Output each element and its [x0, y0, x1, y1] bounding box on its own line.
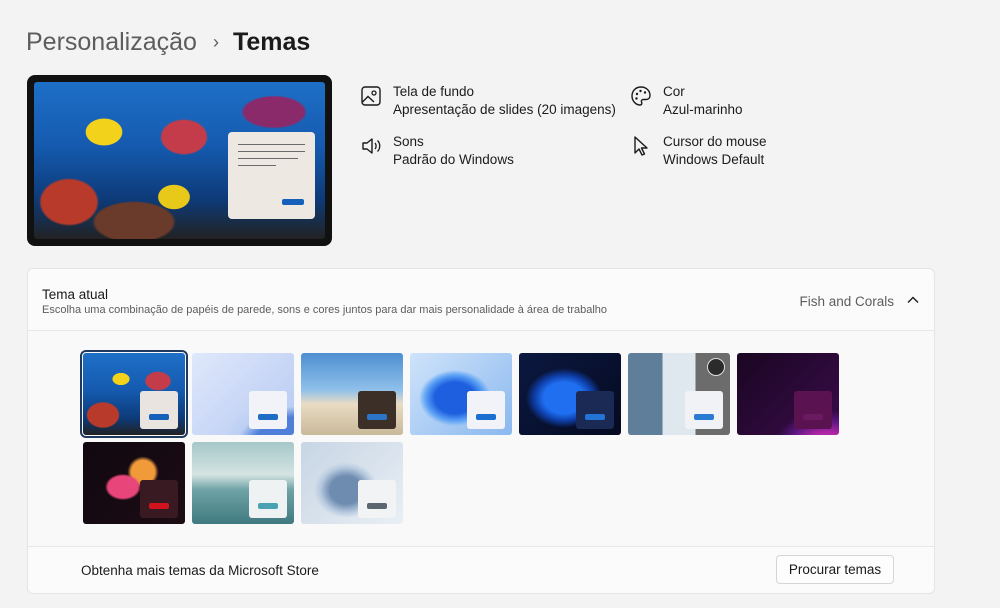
- property-value: Windows Default: [663, 152, 765, 167]
- theme-window-preview: [140, 480, 178, 518]
- theme-window-preview: [576, 391, 614, 429]
- property-label: Sons: [393, 134, 424, 149]
- current-theme-header[interactable]: Tema atual Escolha uma combinação de pap…: [28, 269, 934, 331]
- theme-purple-glow[interactable]: [737, 353, 839, 435]
- chevron-right-icon: ›: [212, 32, 219, 52]
- theme-flow[interactable]: [301, 442, 403, 524]
- theme-accent-swatch: [258, 414, 278, 420]
- property-label: Tela de fundo: [393, 84, 475, 99]
- theme-windows-light-glow[interactable]: [192, 353, 294, 435]
- theme-windows-dark-bloom[interactable]: [519, 353, 621, 435]
- theme-windows-light-bloom[interactable]: [410, 353, 512, 435]
- current-theme-card: Tema atual Escolha uma combinação de pap…: [27, 268, 935, 594]
- property-value: Padrão do Windows: [393, 152, 514, 167]
- theme-window-preview: [249, 391, 287, 429]
- chevron-up-icon[interactable]: [906, 293, 920, 307]
- breadcrumb-parent[interactable]: Personalização: [26, 28, 197, 57]
- slideshow-badge-icon: [707, 358, 725, 376]
- property-sounds[interactable]: Sons Padrão do Windows: [360, 133, 514, 169]
- property-value: Apresentação de slides (20 imagens): [393, 102, 616, 117]
- theme-captured-motion[interactable]: [83, 442, 185, 524]
- theme-grid: [28, 331, 934, 547]
- store-text: Obtenha mais temas da Microsoft Store: [81, 563, 319, 578]
- theme-blossom-photo[interactable]: [628, 353, 730, 435]
- theme-window-preview: [358, 391, 396, 429]
- theme-window-preview: [140, 391, 178, 429]
- theme-fish-and-corals[interactable]: [80, 350, 188, 438]
- theme-lake-sunrise[interactable]: [192, 442, 294, 524]
- theme-window-preview: [685, 391, 723, 429]
- cursor-icon: [630, 135, 652, 157]
- property-background[interactable]: Tela de fundo Apresentação de slides (20…: [360, 83, 616, 119]
- preview-window: [228, 132, 315, 219]
- current-theme-subtitle: Escolha uma combinação de papéis de pare…: [42, 304, 608, 316]
- theme-window-preview: [794, 391, 832, 429]
- theme-accent-swatch: [367, 503, 387, 509]
- theme-accent-swatch: [149, 503, 169, 509]
- property-value: Azul-marinho: [663, 102, 743, 117]
- theme-window-preview: [358, 480, 396, 518]
- theme-window-preview: [467, 391, 505, 429]
- current-theme-value: Fish and Corals: [799, 294, 894, 309]
- image-icon: [360, 85, 382, 107]
- property-label: Cursor do mouse: [663, 134, 767, 149]
- property-cursor[interactable]: Cursor do mouse Windows Default: [630, 133, 767, 169]
- theme-accent-swatch: [694, 414, 714, 420]
- store-row: Obtenha mais temas da Microsoft Store Pr…: [28, 547, 934, 593]
- property-color[interactable]: Cor Azul-marinho: [630, 83, 743, 119]
- theme-accent-swatch: [803, 414, 823, 420]
- property-label: Cor: [663, 84, 685, 99]
- theme-accent-swatch: [367, 414, 387, 420]
- speaker-icon: [360, 135, 382, 157]
- breadcrumb: Personalização › Temas: [26, 28, 310, 57]
- theme-beach-sky[interactable]: [301, 353, 403, 435]
- browse-themes-button[interactable]: Procurar temas: [776, 555, 894, 584]
- palette-icon: [630, 85, 652, 107]
- theme-accent-swatch: [149, 414, 169, 420]
- theme-accent-swatch: [258, 503, 278, 509]
- theme-preview: [27, 75, 332, 246]
- theme-accent-swatch: [476, 414, 496, 420]
- page-title: Temas: [232, 28, 311, 56]
- theme-window-preview: [249, 480, 287, 518]
- current-theme-title: Tema atual: [42, 287, 109, 302]
- theme-accent-swatch: [585, 414, 605, 420]
